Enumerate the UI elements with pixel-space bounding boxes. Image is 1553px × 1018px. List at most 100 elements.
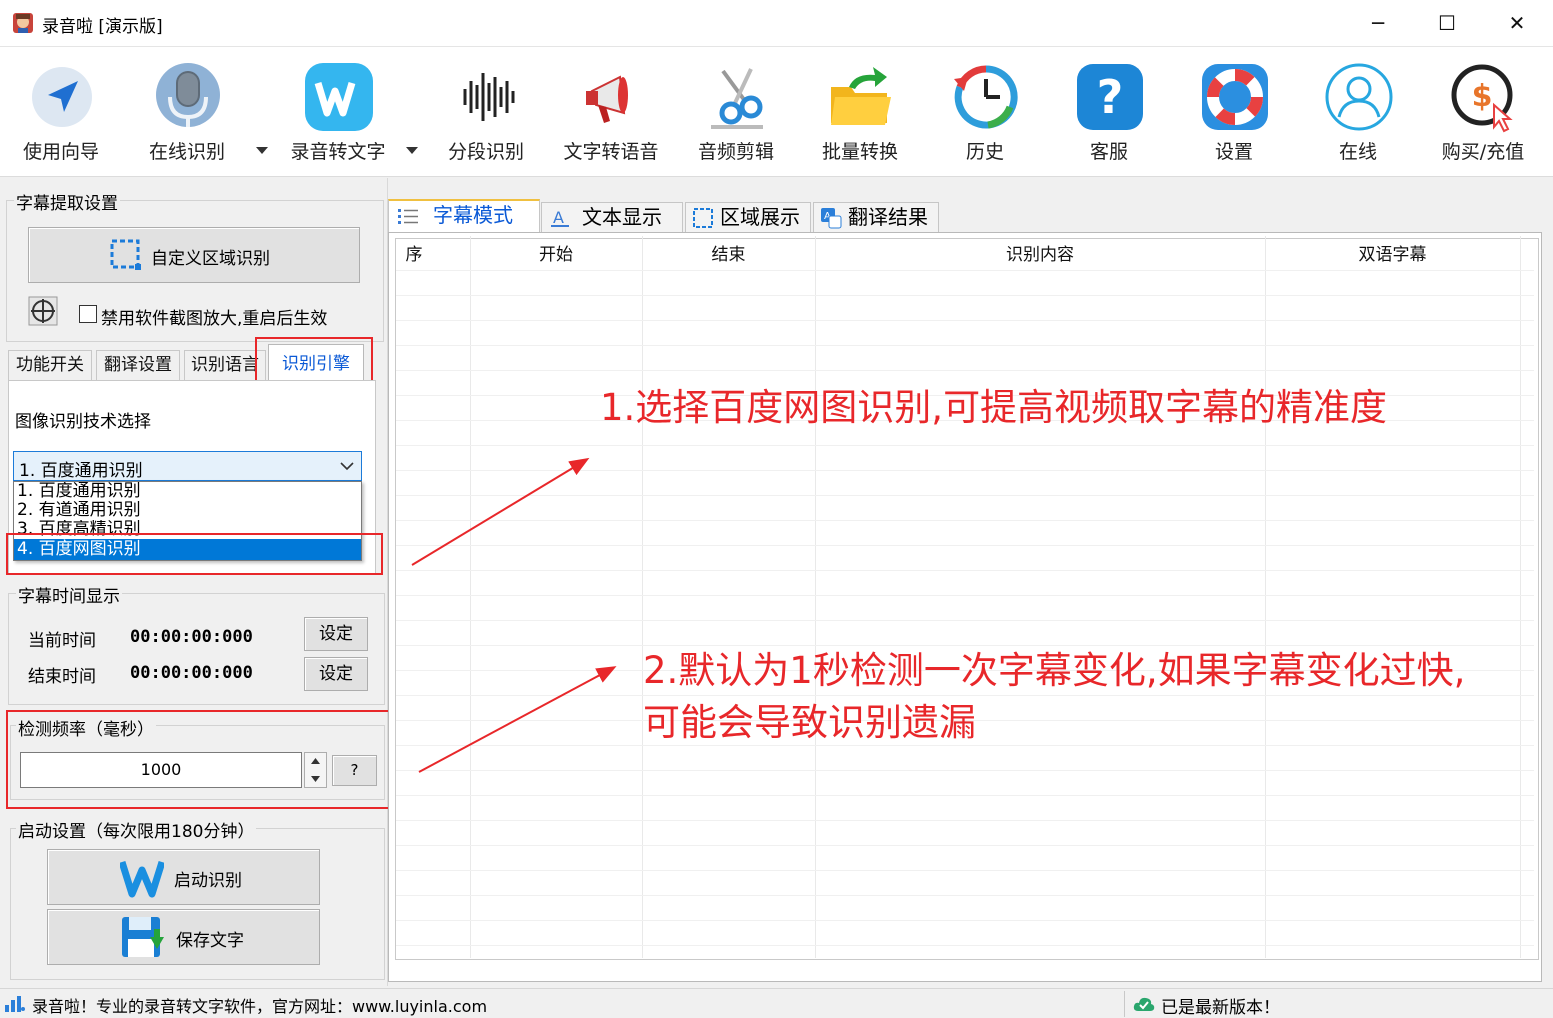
toolbar-label: 在线 xyxy=(1338,141,1377,163)
engine-label: 图像识别技术选择 xyxy=(15,412,151,432)
status-right-text: 已是最新版本！ xyxy=(1161,998,1280,1018)
toolbar-service-button[interactable]: ? 客服 xyxy=(1054,47,1164,177)
grid-line xyxy=(396,920,1534,921)
engine-select[interactable]: 1. 百度通用识别 xyxy=(13,451,362,481)
toolbar-label: 历史 xyxy=(965,141,1004,163)
toolbar-purchase-button[interactable]: $ 购买/充值 xyxy=(1428,47,1538,177)
app-logo-icon xyxy=(13,13,33,33)
minimize-button[interactable]: ─ xyxy=(1343,0,1413,46)
tab-label: 文本显示 xyxy=(582,205,662,229)
region-select-icon xyxy=(693,208,713,228)
main-toolbar: 使用向导 在线识别 录音转文字 分段识别 文字转语音 音频剪辑 批量转换 历史 … xyxy=(0,47,1553,177)
highlight-frequency xyxy=(6,710,394,809)
bar-chart-icon xyxy=(5,996,25,1012)
toolbar-audio-edit-button[interactable]: 音频剪辑 xyxy=(681,47,791,177)
window-title: 录音啦 [演示版] xyxy=(42,17,163,37)
svg-text:?: ? xyxy=(1097,70,1124,124)
toolbar-segment-recognition-button[interactable]: 分段识别 xyxy=(431,47,541,177)
status-divider xyxy=(1124,991,1125,1017)
toolbar-label: 分段识别 xyxy=(447,141,524,163)
toolbar-text-to-speech-button[interactable]: 文字转语音 xyxy=(556,47,666,177)
engine-option[interactable]: 2. 有道通用识别 xyxy=(14,501,361,520)
move-cross-icon[interactable] xyxy=(28,296,58,326)
user-icon xyxy=(1325,63,1393,131)
folder-arrow-icon xyxy=(831,67,891,125)
save-text-button[interactable]: 保存文字 xyxy=(47,909,320,965)
grid-line xyxy=(396,895,1534,896)
toolbar-history-button[interactable]: 历史 xyxy=(930,47,1040,177)
column-header-bilingual[interactable]: 双语字幕 xyxy=(1265,240,1520,270)
tab-region-display[interactable]: 区域展示 xyxy=(685,202,811,232)
tab-translation-result[interactable]: A 翻译结果 xyxy=(813,202,939,232)
column-header-end[interactable]: 结束 xyxy=(642,240,815,270)
grid-line xyxy=(396,320,1534,321)
tab-translate-settings[interactable]: 翻译设置 xyxy=(96,350,180,380)
chevron-down-icon[interactable] xyxy=(256,147,268,154)
toolbar-label: 批量转换 xyxy=(821,141,898,163)
dollar-cursor-icon: $ xyxy=(1451,64,1513,133)
start-recognition-label: 启动识别 xyxy=(174,871,242,891)
save-text-label: 保存文字 xyxy=(176,931,244,951)
grid-line xyxy=(396,445,1534,446)
disable-zoom-checkbox[interactable] xyxy=(79,305,97,323)
grid-line xyxy=(396,295,1534,296)
scissors-icon xyxy=(711,68,763,129)
grid-line xyxy=(396,495,1534,496)
title-bar: 录音啦 [演示版] ─ ☐ ✕ xyxy=(0,0,1553,47)
status-bar: 录音啦！专业的录音转文字软件，官方网址：www.luyinla.com 已是最新… xyxy=(0,988,1553,1018)
highlight-engine-option xyxy=(6,533,383,575)
set-current-time-button[interactable]: 设定 xyxy=(304,617,368,651)
column-header-index[interactable]: 序 xyxy=(398,240,430,270)
current-time-value: 00:00:00:000 xyxy=(130,627,253,647)
tab-subtitle-mode[interactable]: 字幕模式 xyxy=(388,199,540,233)
grid-line xyxy=(396,945,1534,946)
save-disk-icon xyxy=(122,917,164,957)
grid-line xyxy=(396,870,1534,871)
chevron-down-icon[interactable] xyxy=(406,147,418,154)
grid-line xyxy=(396,270,1534,271)
navigation-arrow-icon xyxy=(32,67,92,127)
custom-region-button[interactable]: 自定义区域识别 xyxy=(28,227,360,283)
start-recognition-button[interactable]: 启动识别 xyxy=(47,849,320,905)
tab-text-display[interactable]: A 文本显示 xyxy=(541,202,683,232)
toolbar-label: 录音转文字 xyxy=(290,141,386,163)
subtitle-table[interactable] xyxy=(395,238,1539,960)
close-button[interactable]: ✕ xyxy=(1482,0,1552,46)
toolbar-label: 购买/充值 xyxy=(1441,141,1525,163)
column-header-start[interactable]: 开始 xyxy=(470,240,642,270)
toolbar-batch-convert-button[interactable]: 批量转换 xyxy=(805,47,915,177)
grid-line xyxy=(396,770,1534,771)
maximize-button[interactable]: ☐ xyxy=(1412,0,1482,46)
lifebuoy-icon xyxy=(1202,64,1268,130)
grid-line xyxy=(396,520,1534,521)
cloud-check-icon xyxy=(1133,997,1155,1011)
tab-label: 区域展示 xyxy=(720,205,800,229)
set-end-time-button[interactable]: 设定 xyxy=(304,657,368,691)
grid-line xyxy=(396,370,1534,371)
group-title: 字幕提取设置 xyxy=(14,189,120,214)
tab-function-switch[interactable]: 功能开关 xyxy=(8,350,92,380)
waveform-icon xyxy=(463,73,515,121)
toolbar-online-recognition-button[interactable]: 在线识别 xyxy=(132,47,242,177)
list-icon xyxy=(398,209,418,224)
w-logo-icon xyxy=(120,860,164,898)
grid-line xyxy=(396,820,1534,821)
tab-recognition-language[interactable]: 识别语言 xyxy=(184,350,266,380)
toolbar-label: 客服 xyxy=(1089,141,1128,163)
end-time-value: 00:00:00:000 xyxy=(130,663,253,683)
text-a-icon: A xyxy=(551,208,569,227)
group-title: 启动设置（每次限用180分钟） xyxy=(16,817,257,842)
toolbar-audio-to-text-button[interactable]: 录音转文字 xyxy=(283,47,393,177)
grid-line xyxy=(396,795,1534,796)
column-header-content[interactable]: 识别内容 xyxy=(815,240,1265,270)
w-logo-icon xyxy=(305,63,373,131)
svg-text:A: A xyxy=(553,208,564,227)
annotation-note-2-line-2: 可能会导致识别遗漏 xyxy=(643,701,976,744)
toolbar-guide-button[interactable]: 使用向导 xyxy=(6,47,116,177)
engine-option[interactable]: 1. 百度通用识别 xyxy=(14,482,361,501)
toolbar-online-button[interactable]: 在线 xyxy=(1303,47,1413,177)
annotation-note-1: 1.选择百度网图识别,可提高视频取字幕的精准度 xyxy=(600,386,1388,429)
annotation-note-2-line-1: 2.默认为1秒检测一次字幕变化,如果字幕变化过快, xyxy=(643,649,1466,692)
grid-line xyxy=(396,595,1534,596)
toolbar-settings-button[interactable]: 设置 xyxy=(1179,47,1289,177)
